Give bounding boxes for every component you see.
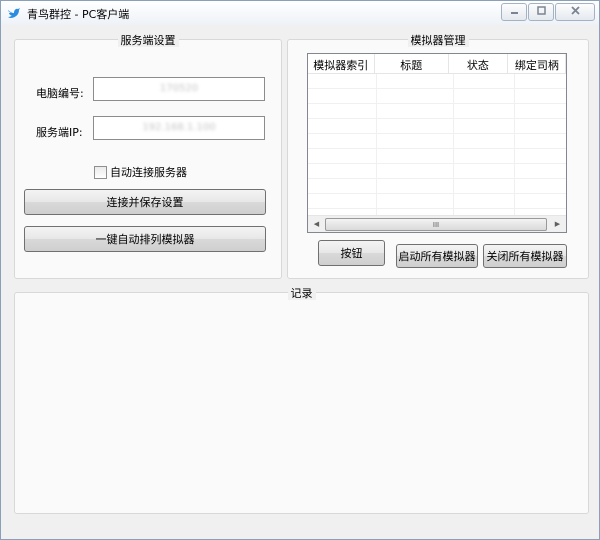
computer-id-value: 170520 bbox=[159, 83, 199, 94]
close-all-emulators-button[interactable]: 关闭所有模拟器 bbox=[483, 244, 567, 268]
generic-button-label: 按钮 bbox=[340, 247, 363, 260]
maximize-button[interactable] bbox=[528, 3, 554, 21]
emulator-mgmt-title: 模拟器管理 bbox=[407, 34, 469, 47]
minimize-button[interactable] bbox=[501, 3, 527, 21]
auto-connect-label: 自动连接服务器 bbox=[110, 166, 187, 179]
bird-logo-icon bbox=[7, 6, 21, 20]
emulator-mgmt-group: 模拟器管理 模拟器索引 标题 状态 绑定司柄 ◀ III ▶ 按钮 启动所有模拟… bbox=[287, 34, 589, 279]
scrollbar-thumb[interactable]: III bbox=[325, 218, 547, 231]
server-ip-label: 服务端IP: bbox=[36, 126, 83, 139]
horizontal-scrollbar[interactable]: ◀ III ▶ bbox=[308, 215, 566, 232]
server-ip-field[interactable]: 192.168.1.100 bbox=[93, 116, 265, 140]
scroll-left-icon[interactable]: ◀ bbox=[308, 216, 325, 232]
scrollbar-grip: III bbox=[432, 220, 440, 229]
server-settings-group: 服务端设置 电脑编号: 170520 服务端IP: 192.168.1.100 … bbox=[14, 34, 282, 279]
auto-connect-checkbox[interactable] bbox=[94, 165, 107, 179]
emulator-list-header: 模拟器索引 标题 状态 绑定司柄 bbox=[308, 54, 566, 74]
computer-id-field[interactable]: 170520 bbox=[93, 77, 265, 101]
close-icon bbox=[570, 6, 580, 18]
scroll-right-icon[interactable]: ▶ bbox=[549, 216, 566, 232]
auto-connect-row[interactable]: 自动连接服务器 bbox=[94, 164, 187, 180]
log-group: 记录 bbox=[14, 287, 589, 514]
generic-button[interactable]: 按钮 bbox=[318, 240, 385, 266]
maximize-icon bbox=[536, 6, 546, 18]
main-window: 青鸟群控 - PC客户端 服务端设置 电脑编号: 170520 服务端IP: 1… bbox=[0, 0, 600, 540]
column-header-bound-handle[interactable]: 绑定司柄 bbox=[508, 54, 566, 73]
log-title: 记录 bbox=[287, 287, 316, 300]
emulator-list-body bbox=[308, 74, 566, 216]
server-settings-title: 服务端设置 bbox=[117, 34, 179, 47]
start-all-emulators-button[interactable]: 启动所有模拟器 bbox=[396, 244, 478, 268]
minimize-icon bbox=[510, 6, 519, 18]
emulator-list[interactable]: 模拟器索引 标题 状态 绑定司柄 ◀ III ▶ bbox=[307, 53, 567, 233]
connect-save-label: 连接并保存设置 bbox=[106, 196, 184, 209]
column-header-title[interactable]: 标题 bbox=[375, 54, 449, 73]
column-header-index[interactable]: 模拟器索引 bbox=[308, 54, 375, 73]
column-header-status[interactable]: 状态 bbox=[449, 54, 508, 73]
log-area[interactable] bbox=[19, 303, 584, 509]
server-ip-value: 192.168.1.100 bbox=[142, 122, 216, 133]
computer-id-label: 电脑编号: bbox=[36, 87, 84, 100]
window-controls bbox=[500, 3, 595, 21]
close-all-label: 关闭所有模拟器 bbox=[486, 250, 564, 263]
start-all-label: 启动所有模拟器 bbox=[398, 250, 476, 263]
window-title: 青鸟群控 - PC客户端 bbox=[27, 8, 130, 21]
close-button[interactable] bbox=[555, 3, 595, 21]
auto-arrange-button[interactable]: 一键自动排列模拟器 bbox=[24, 226, 266, 252]
auto-arrange-label: 一键自动排列模拟器 bbox=[95, 233, 195, 246]
connect-save-button[interactable]: 连接并保存设置 bbox=[24, 189, 266, 215]
title-bar: 青鸟群控 - PC客户端 bbox=[1, 1, 599, 25]
